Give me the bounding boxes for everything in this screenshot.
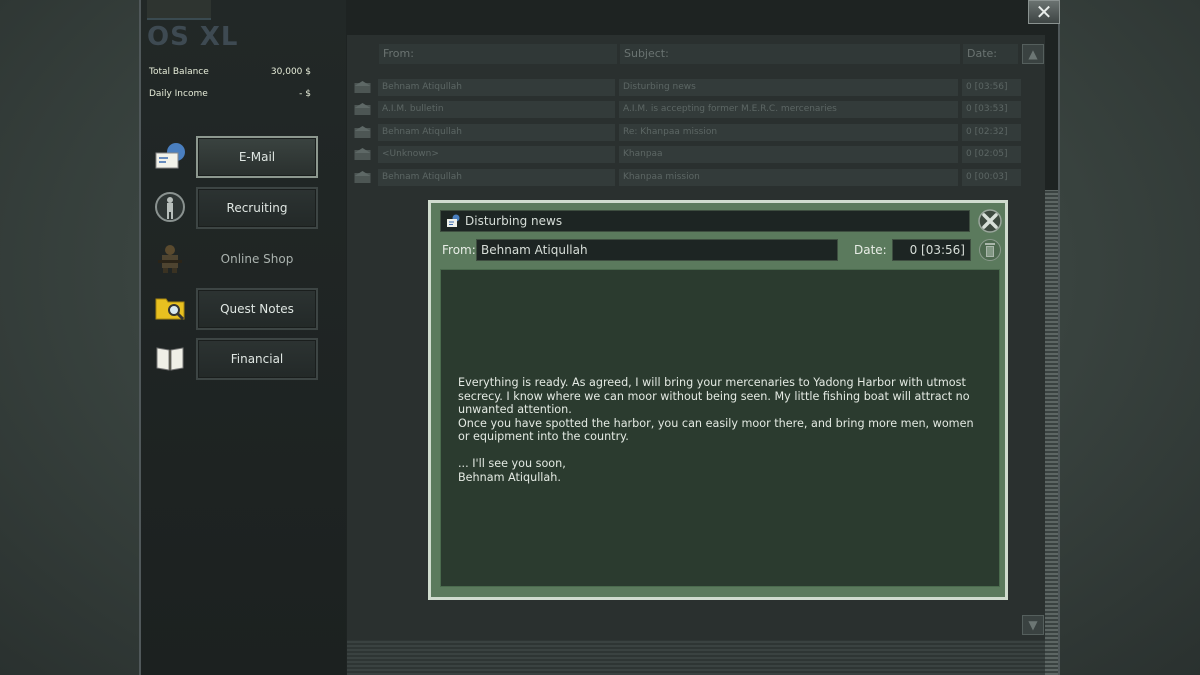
envelope-icon xyxy=(354,103,371,115)
message-title-bar: Disturbing news xyxy=(440,210,970,232)
folder-search-icon[interactable] xyxy=(153,292,187,324)
envelope-icon xyxy=(354,126,371,138)
os-logo-graphic xyxy=(147,0,211,20)
open-envelope-icon xyxy=(447,214,460,227)
mail-date: 0 [02:32] xyxy=(962,124,1021,141)
total-balance-value: 30,000 $ xyxy=(270,67,311,77)
shop-merc-icon[interactable] xyxy=(153,242,187,274)
nav-recruiting-button[interactable]: Recruiting xyxy=(196,187,318,229)
mail-subject: Re: Khanpaa mission xyxy=(619,124,958,141)
mail-row[interactable]: Behnam Atiqullah Khanpaa mission 0 [00:0… xyxy=(353,169,1021,186)
mail-date: 0 [03:56] xyxy=(962,79,1021,96)
header-subject[interactable]: Subject: xyxy=(620,44,960,64)
date-field: 0 [03:56] xyxy=(892,239,971,261)
mail-from: Behnam Atiqullah xyxy=(378,169,615,186)
mail-from: Behnam Atiqullah xyxy=(378,79,615,96)
date-label: Date: xyxy=(854,243,887,257)
mail-date: 0 [03:53] xyxy=(962,101,1021,118)
soldier-icon[interactable] xyxy=(153,191,187,223)
mail-subject: Khanpaa mission xyxy=(619,169,958,186)
scroll-up-button[interactable]: ▲ xyxy=(1022,44,1044,64)
envelope-icon xyxy=(354,81,371,93)
header-date[interactable]: Date: xyxy=(963,44,1018,64)
envelope-icon xyxy=(354,171,371,183)
mail-subject: A.I.M. is accepting former M.E.R.C. merc… xyxy=(619,101,958,118)
nav-email-button[interactable]: E-Mail xyxy=(196,136,318,178)
scroll-down-button[interactable]: ▼ xyxy=(1022,615,1044,635)
mail-date: 0 [00:03] xyxy=(962,169,1021,186)
from-label: From: xyxy=(442,243,476,257)
daily-income-label: Daily Income xyxy=(149,89,208,99)
bottom-band xyxy=(347,640,1045,675)
close-message-button[interactable] xyxy=(978,209,1002,233)
mail-row[interactable]: Behnam Atiqullah Re: Khanpaa mission 0 [… xyxy=(353,124,1021,141)
nav-online-shop-button[interactable]: Online Shop xyxy=(196,238,318,280)
message-body: Everything is ready. As agreed, I will b… xyxy=(440,269,1000,587)
os-logo: OS XL xyxy=(147,22,239,52)
nav-financial-button[interactable]: Financial xyxy=(196,338,318,380)
from-field: Behnam Atiqullah xyxy=(476,239,838,261)
message-title: Disturbing news xyxy=(465,214,563,228)
mail-from: A.I.M. bulletin xyxy=(378,101,615,118)
daily-income-row: Daily Income - $ xyxy=(149,89,311,99)
email-icon[interactable] xyxy=(153,140,187,172)
delete-trash-icon[interactable] xyxy=(979,238,1001,262)
mail-from: Behnam Atiqullah xyxy=(378,124,615,141)
mail-row[interactable]: Behnam Atiqullah Disturbing news 0 [03:5… xyxy=(353,79,1021,96)
message-dialog: Disturbing news From: Behnam Atiqullah D… xyxy=(428,200,1008,600)
mail-row[interactable]: <Unknown> Khanpaa 0 [02:05] xyxy=(353,146,1021,163)
book-icon[interactable] xyxy=(153,342,187,374)
header-from[interactable]: From: xyxy=(379,44,617,64)
scroll-track[interactable] xyxy=(1045,190,1058,675)
mail-row[interactable]: A.I.M. bulletin A.I.M. is accepting form… xyxy=(353,101,1021,118)
mail-subject: Disturbing news xyxy=(619,79,958,96)
total-balance-row: Total Balance 30,000 $ xyxy=(149,67,311,77)
daily-income-value: - $ xyxy=(299,89,311,99)
envelope-icon xyxy=(354,148,371,160)
total-balance-label: Total Balance xyxy=(149,67,209,77)
close-laptop-button[interactable]: ✕ xyxy=(1028,0,1060,24)
nav-quest-notes-button[interactable]: Quest Notes xyxy=(196,288,318,330)
mail-subject: Khanpaa xyxy=(619,146,958,163)
mail-from: <Unknown> xyxy=(378,146,615,163)
mail-date: 0 [02:05] xyxy=(962,146,1021,163)
